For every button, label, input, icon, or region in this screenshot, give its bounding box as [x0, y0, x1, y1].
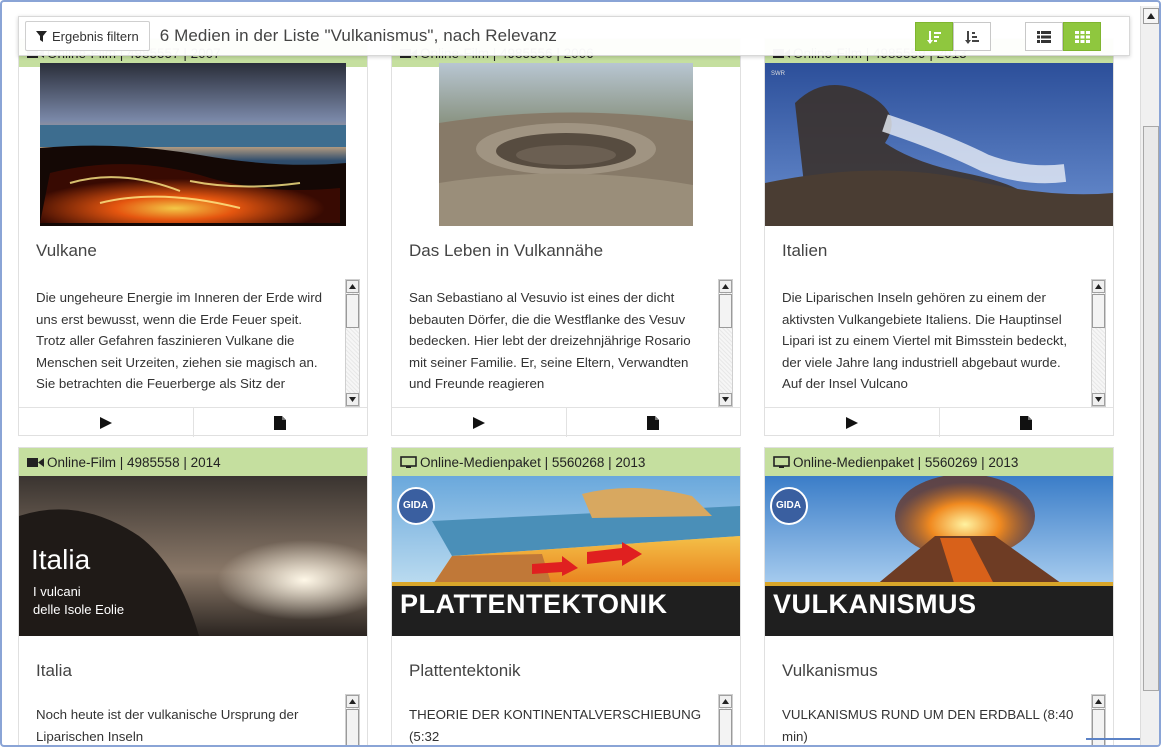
- card-description: Noch heute ist der vulkanische Ursprung …: [36, 707, 299, 744]
- scroll-up-arrow-icon[interactable]: [1092, 280, 1105, 293]
- scrollbar-thumb[interactable]: [1092, 709, 1105, 745]
- card-meta-text: Online-Medienpaket | 5560268 | 2013: [420, 454, 646, 470]
- media-card-vulkanismus[interactable]: Online-Medienpaket | 5560269 | 2013 GIDA…: [764, 447, 1114, 745]
- play-icon: [472, 416, 485, 429]
- monitor-icon: [773, 455, 790, 468]
- monitor-icon: [400, 455, 417, 468]
- scroll-down-arrow-icon[interactable]: [1092, 393, 1105, 406]
- scroll-up-arrow-icon[interactable]: [346, 280, 359, 293]
- card-title[interactable]: Plattentektonik: [392, 661, 521, 681]
- crater-aerial-image[interactable]: [439, 63, 693, 226]
- description-scrollbar[interactable]: [345, 279, 360, 407]
- media-list-viewport: Online-Film | 4985557 | 2007 Vulkane Die…: [8, 8, 1134, 745]
- document-button[interactable]: [938, 408, 1114, 437]
- scrollbar-thumb[interactable]: [346, 294, 359, 328]
- play-icon: [99, 416, 112, 429]
- media-card-vulkane[interactable]: Online-Film | 4985557 | 2007 Vulkane Die…: [18, 38, 368, 437]
- scroll-down-arrow-icon[interactable]: [719, 393, 732, 406]
- card-meta: Online-Medienpaket | 5560269 | 2013: [765, 448, 1113, 476]
- cover-subtitle-line2: delle Isole Eolie: [33, 602, 125, 617]
- card-title[interactable]: Das Leben in Vulkannähe: [392, 241, 603, 261]
- list-view-icon: [1037, 30, 1051, 43]
- card-title[interactable]: Vulkanismus: [765, 661, 878, 681]
- cover-banner-text: PLATTENTEKTONIK: [400, 589, 668, 619]
- gida-logo-text: GIDA: [776, 500, 801, 511]
- play-button[interactable]: [19, 408, 193, 437]
- card-meta: Online-Medienpaket | 5560268 | 2013: [392, 448, 740, 476]
- card-meta-text: Online-Medienpaket | 5560269 | 2013: [793, 454, 1019, 470]
- card-description: Die Liparischen Inseln gehören zu einem …: [782, 290, 1068, 391]
- smoking-volcano-image[interactable]: SWR: [765, 63, 1113, 226]
- description-scrollbar[interactable]: [1091, 279, 1106, 407]
- scroll-up-arrow-icon[interactable]: [719, 280, 732, 293]
- scroll-down-arrow-icon[interactable]: [346, 393, 359, 406]
- svg-text:SWR: SWR: [771, 71, 786, 77]
- scroll-up-arrow-icon[interactable]: [1092, 695, 1105, 708]
- sort-button-group: [915, 22, 991, 51]
- sort-descending-button[interactable]: [915, 22, 953, 51]
- card-actions: [19, 407, 367, 437]
- cover-title-text: Italia: [31, 544, 91, 575]
- italia-cover-image[interactable]: Italia I vulcani delle Isole Eolie: [19, 476, 367, 636]
- card-title[interactable]: Vulkane: [19, 241, 97, 261]
- document-icon: [1020, 415, 1033, 430]
- plate-tectonics-cover-image[interactable]: GIDA PLATTENTEKTONIK: [392, 476, 740, 636]
- focus-indicator: [1086, 738, 1140, 740]
- media-card-italia[interactable]: Online-Film | 4985558 | 2014 Italia I vu…: [18, 447, 368, 745]
- sort-ascending-icon: [965, 30, 979, 44]
- scrollbar-thumb[interactable]: [1092, 294, 1105, 328]
- card-description: San Sebastiano al Vesuvio ist eines der …: [409, 290, 691, 391]
- play-button[interactable]: [765, 408, 939, 437]
- sort-ascending-button[interactable]: [953, 22, 991, 51]
- filter-funnel-icon: [36, 30, 47, 42]
- card-meta: Online-Film | 4985558 | 2014: [19, 448, 367, 476]
- result-count-title: 6 Medien in der Liste "Vulkanismus", nac…: [159, 26, 557, 45]
- scrollbar-thumb[interactable]: [346, 709, 359, 745]
- play-button[interactable]: [392, 408, 566, 437]
- page-scroll-up-arrow-icon[interactable]: [1143, 8, 1159, 24]
- description-scrollbar[interactable]: [718, 279, 733, 407]
- scroll-up-arrow-icon[interactable]: [719, 695, 732, 708]
- scroll-up-arrow-icon[interactable]: [346, 695, 359, 708]
- card-meta-text: Online-Film | 4985558 | 2014: [47, 454, 221, 470]
- scrollbar-thumb[interactable]: [719, 294, 732, 328]
- card-description: Die ungeheure Energie im Inneren der Erd…: [36, 290, 323, 391]
- cover-banner-text: VULKANISMUS: [773, 589, 977, 619]
- film-icon: [27, 457, 44, 467]
- gida-logo-text: GIDA: [403, 500, 428, 511]
- grid-view-button[interactable]: [1063, 22, 1101, 51]
- cover-subtitle-line1: I vulcani: [33, 584, 81, 599]
- document-button[interactable]: [192, 408, 368, 437]
- card-description: VULKANISMUS RUND UM DEN ERDBALL (8:40 mi…: [782, 707, 1074, 744]
- grid-view-icon: [1074, 30, 1090, 43]
- play-icon: [845, 416, 858, 429]
- sort-descending-icon: [927, 30, 941, 44]
- volcano-eruption-cover-image[interactable]: GIDA VULKANISMUS: [765, 476, 1113, 636]
- document-icon: [274, 415, 287, 430]
- card-actions: [392, 407, 740, 437]
- browser-frame: Online-Film | 4985557 | 2007 Vulkane Die…: [0, 0, 1161, 747]
- description-scrollbar[interactable]: [718, 694, 733, 745]
- filter-button-label: Ergebnis filtern: [52, 28, 139, 44]
- lava-flow-image[interactable]: [40, 63, 346, 226]
- card-actions: [765, 407, 1113, 437]
- media-card-plattentektonik[interactable]: Online-Medienpaket | 5560268 | 2013 GIDA: [391, 447, 741, 745]
- media-card-italien[interactable]: Online-Film | 4985559 | 2013 SWR Italien…: [764, 38, 1114, 437]
- document-icon: [647, 415, 660, 430]
- card-description: THEORIE DER KONTINENTALVERSCHIEBUNG (5:3…: [409, 707, 702, 744]
- page-scrollbar-thumb[interactable]: [1143, 126, 1159, 691]
- view-button-group: [1025, 22, 1101, 51]
- media-card-das-leben-in-vulkannaehe[interactable]: Online-Film | 4985556 | 2006 Das Leben i…: [391, 38, 741, 437]
- description-scrollbar[interactable]: [345, 694, 360, 745]
- card-title[interactable]: Italien: [765, 241, 827, 261]
- card-title[interactable]: Italia: [19, 661, 72, 681]
- filter-results-button[interactable]: Ergebnis filtern: [25, 21, 150, 51]
- result-toolbar: Ergebnis filtern 6 Medien in der Liste "…: [18, 16, 1130, 56]
- page-scrollbar[interactable]: [1140, 6, 1159, 745]
- list-view-button[interactable]: [1025, 22, 1063, 51]
- scrollbar-thumb[interactable]: [719, 709, 732, 745]
- document-button[interactable]: [565, 408, 741, 437]
